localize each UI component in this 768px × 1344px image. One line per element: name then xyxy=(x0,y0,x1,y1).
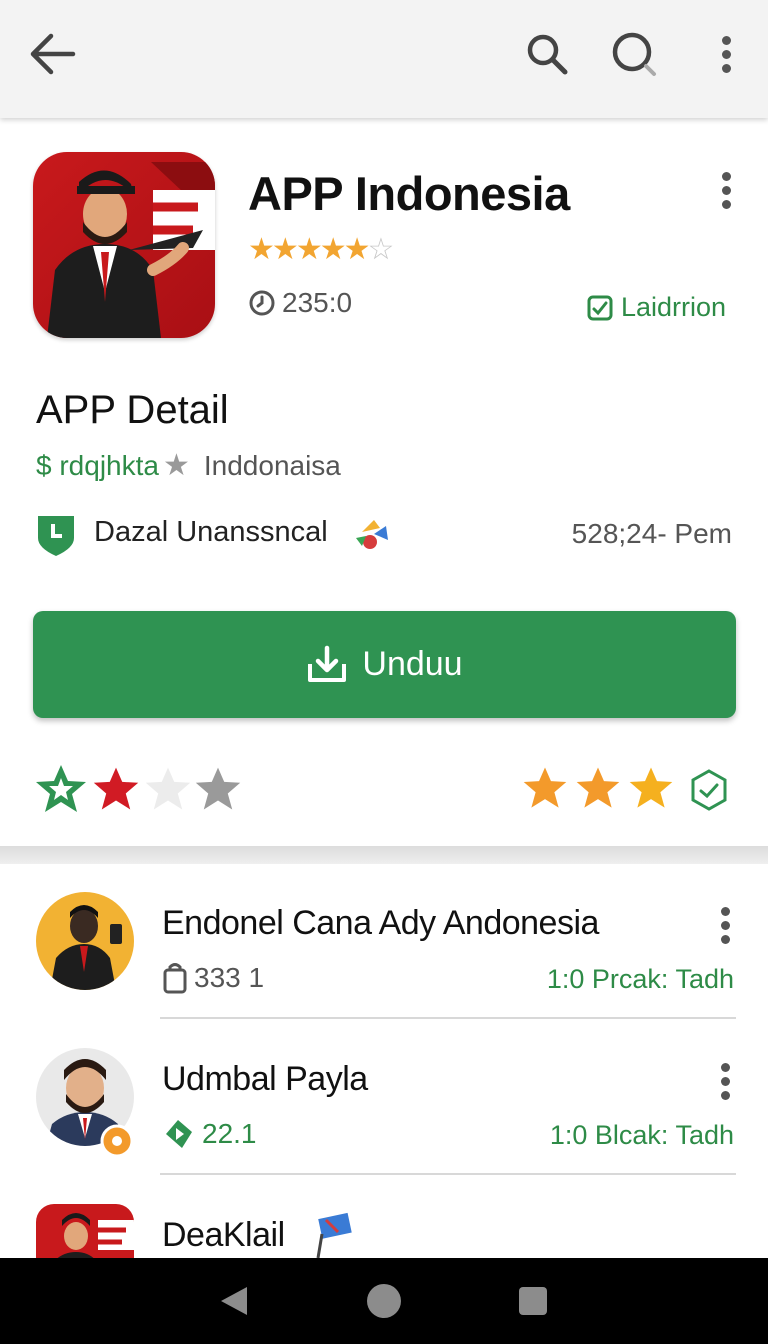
lens-button[interactable] xyxy=(604,24,664,84)
overflow-menu-button[interactable] xyxy=(711,29,741,79)
dot-icon xyxy=(720,1076,730,1086)
clock-icon xyxy=(249,290,275,316)
star-icon: ★ xyxy=(319,233,347,266)
developer-name: Dazal Unanssncal xyxy=(94,516,328,548)
star-icon: ★ xyxy=(271,233,299,266)
section-divider xyxy=(0,846,768,864)
badge-label: Laidrrion xyxy=(620,292,726,322)
star-red-icon[interactable] xyxy=(91,765,141,813)
nav-back-button[interactable] xyxy=(205,1271,265,1331)
dot-icon xyxy=(720,1062,730,1072)
download-count: 235:0 xyxy=(248,287,352,319)
update-timestamp: 528;24- Pem xyxy=(571,518,732,549)
list-item-count-value: 22.1 xyxy=(202,1118,257,1149)
star-icon: ★ xyxy=(162,449,190,482)
rating-row xyxy=(33,760,736,820)
badge-gear-icon xyxy=(100,1124,134,1158)
top-app-bar xyxy=(0,0,768,118)
download-icon xyxy=(308,645,347,682)
dot-icon xyxy=(720,934,730,944)
shield-icon xyxy=(38,516,74,556)
developer-row[interactable]: Dazal Unanssncal 528;24- Pem xyxy=(36,510,736,556)
search-icon xyxy=(527,34,568,75)
flag-pin-icon xyxy=(316,1212,352,1259)
star-outline-green-icon[interactable] xyxy=(33,762,89,816)
dot-icon xyxy=(720,920,730,930)
circle-home-icon xyxy=(366,1284,401,1318)
download-count-value: 235:0 xyxy=(282,287,353,318)
item-options-button[interactable] xyxy=(710,900,740,950)
dot-icon xyxy=(721,199,731,209)
avatar xyxy=(36,1204,134,1260)
star-outline-icon: ☆ xyxy=(367,233,395,266)
play-badge-icon xyxy=(166,1120,192,1148)
dot-icon xyxy=(720,1090,730,1100)
colorful-badge-icon xyxy=(356,520,388,549)
avatar xyxy=(36,892,134,990)
dot-icon xyxy=(721,35,731,45)
triangle-back-icon xyxy=(220,1287,247,1315)
divider xyxy=(160,1173,736,1175)
businessman-avatar-icon xyxy=(50,905,122,990)
star-icon: ★ xyxy=(248,233,275,266)
star-icon: ★ xyxy=(295,233,323,266)
related-apps-list: Endonel Cana Ady Andonesia 333 1 1:0 Prc… xyxy=(0,864,768,1260)
list-item-count: 333 1 xyxy=(162,962,264,994)
meta-row: $ rdqjhkta ★ Inddonaisa xyxy=(36,448,341,483)
square-recents-icon xyxy=(519,1287,548,1315)
lens-search-icon xyxy=(612,32,656,76)
star-empty-icon[interactable] xyxy=(143,765,193,813)
app-title: APP Indonesia xyxy=(248,167,570,220)
dot-icon xyxy=(721,185,731,195)
dot-icon xyxy=(721,63,731,73)
star-gray-icon[interactable] xyxy=(193,765,243,813)
list-item-title: DeaKlail xyxy=(162,1216,285,1254)
businessman-logo-icon xyxy=(55,1213,134,1260)
nav-recents-button[interactable] xyxy=(503,1271,563,1331)
dot-icon xyxy=(721,49,731,59)
check-box-icon xyxy=(587,295,613,320)
list-item[interactable]: DeaKlail xyxy=(0,1176,768,1260)
app-icon[interactable] xyxy=(33,152,215,338)
star-orange-icon xyxy=(629,767,673,808)
star-orange-icon xyxy=(576,767,620,808)
businessman-logo-icon xyxy=(47,162,215,338)
bag-icon xyxy=(163,963,187,994)
list-item-status: 1:0 Blcak: Tadh xyxy=(549,1120,734,1150)
verified-hexagon-icon[interactable] xyxy=(687,768,731,812)
install-button[interactable]: Unduu xyxy=(33,611,736,718)
search-button[interactable] xyxy=(517,24,577,84)
back-button[interactable] xyxy=(22,24,82,84)
section-heading: APP Detail xyxy=(36,388,229,432)
system-navigation-bar xyxy=(0,1258,768,1344)
nav-home-button[interactable] xyxy=(354,1271,414,1331)
region-text: Inddonaisa xyxy=(203,449,341,481)
list-item[interactable]: Endonel Cana Ady Andonesia 333 1 1:0 Prc… xyxy=(0,864,768,1019)
app-options-button[interactable] xyxy=(711,165,741,215)
list-item-status: 1:0 Prcak: Tadh xyxy=(546,964,734,994)
dot-icon xyxy=(721,171,731,181)
star-orange-icon xyxy=(523,767,567,808)
list-item-count: 22.1 xyxy=(162,1118,257,1150)
dot-icon xyxy=(720,906,730,916)
install-button-label: Unduu xyxy=(362,645,463,683)
list-item-title: Endonel Cana Ady Andonesia xyxy=(162,904,599,942)
item-options-button[interactable] xyxy=(710,1056,740,1106)
list-item-count-value: 333 1 xyxy=(194,962,265,993)
divider xyxy=(160,1017,736,1019)
verified-badge-link[interactable]: Laidrrion xyxy=(587,292,726,323)
price-text: $ rdqjhkta xyxy=(36,449,159,481)
app-rating-stars: ★★★★★☆ xyxy=(248,232,395,267)
list-item[interactable]: Udmbal Payla 22.1 1:0 Blcak: Tadh xyxy=(0,1020,768,1175)
arrow-back-icon xyxy=(30,33,76,75)
list-item-title: Udmbal Payla xyxy=(162,1060,368,1098)
star-icon: ★ xyxy=(343,233,371,266)
